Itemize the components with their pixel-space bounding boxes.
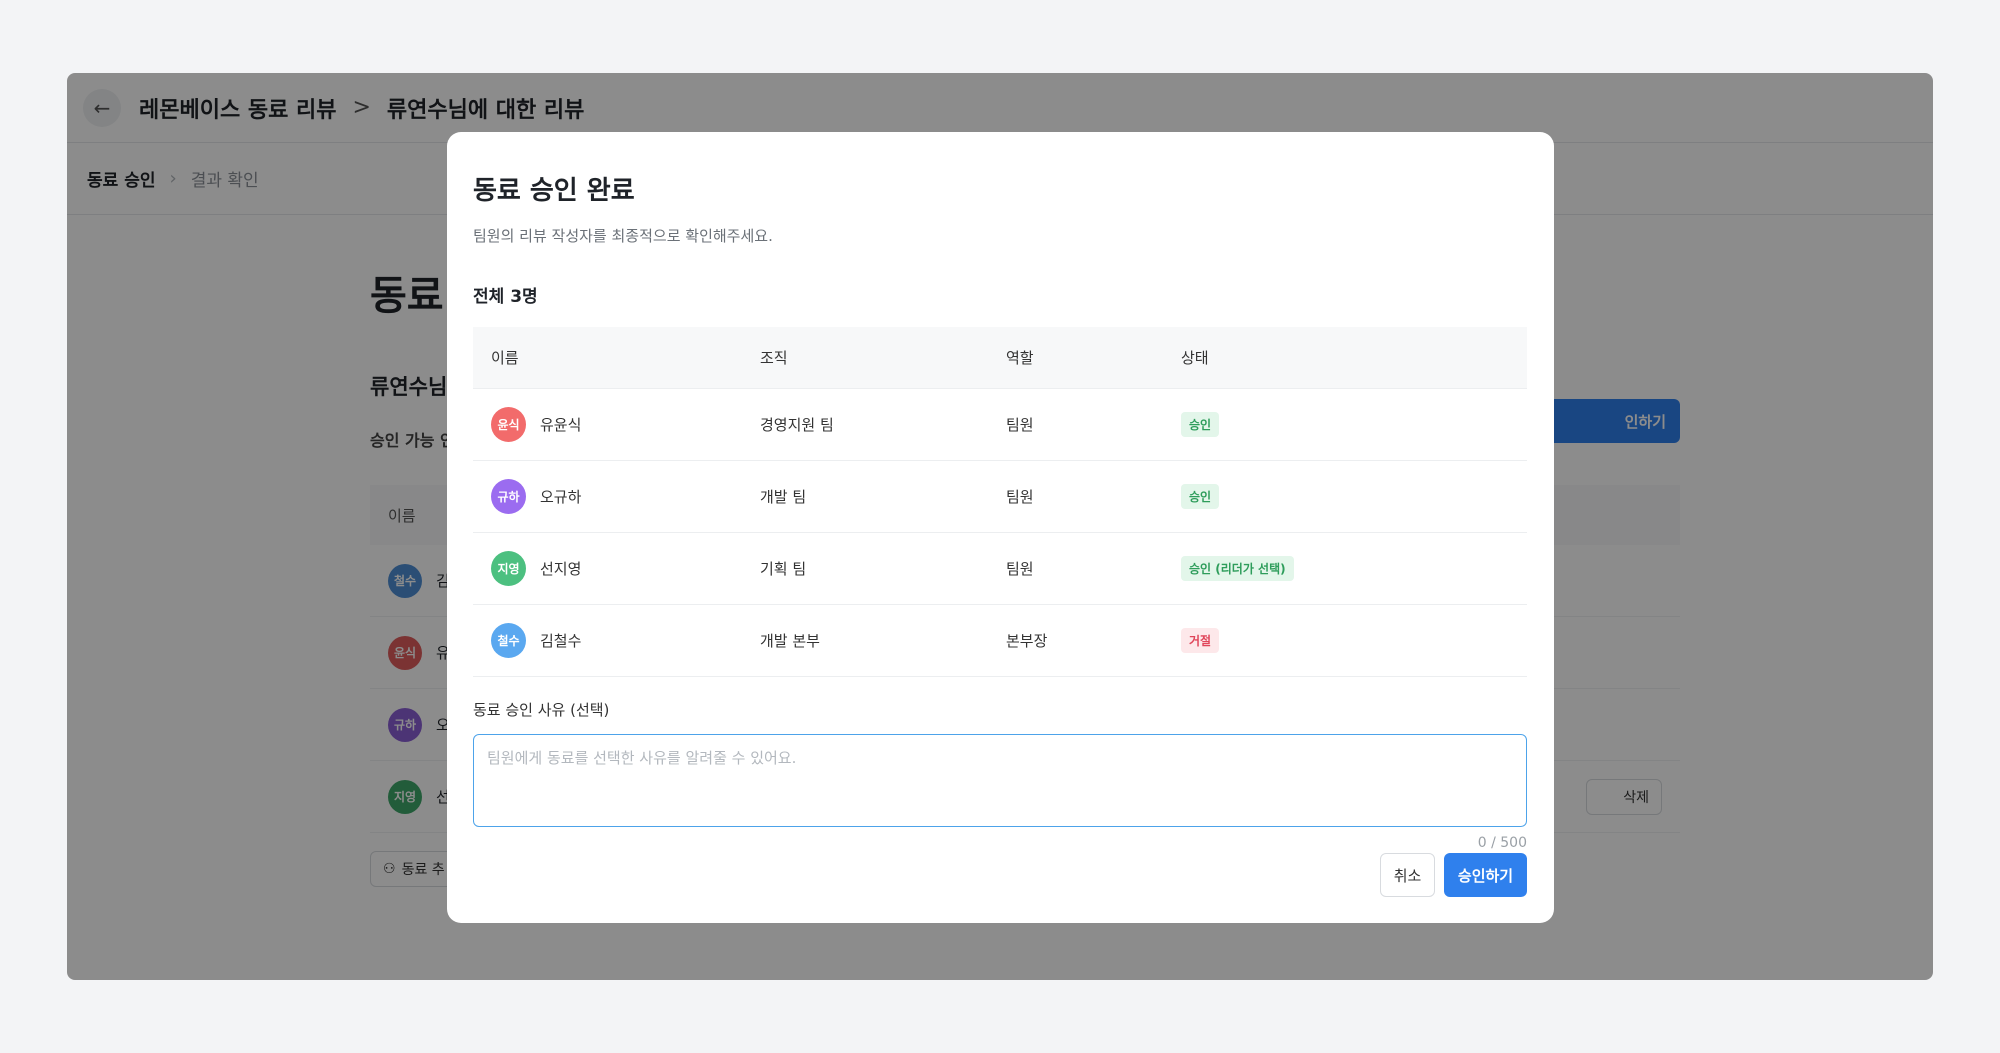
modal-actions: 취소 승인하기 xyxy=(1380,853,1527,897)
modal-title: 동료 승인 완료 xyxy=(473,176,635,206)
col-name: 이름 xyxy=(491,349,519,367)
cell-role: 팀원 xyxy=(1006,560,1034,578)
status-badge: 승인 (리더가 선택) xyxy=(1181,556,1294,581)
avatar: 지영 xyxy=(491,551,526,586)
table-row: 지영 선지영 기획 팀 팀원 승인 (리더가 선택) xyxy=(473,533,1527,605)
cancel-button[interactable]: 취소 xyxy=(1380,853,1435,897)
cell-status: 거절 xyxy=(1181,628,1527,653)
cell-org: 개발 본부 xyxy=(760,632,820,650)
col-role: 역할 xyxy=(1006,349,1034,367)
reason-textarea[interactable] xyxy=(473,734,1527,827)
table-header: 이름 조직 역할 상태 xyxy=(473,327,1527,389)
cell-org: 기획 팀 xyxy=(760,560,807,578)
reason-label: 동료 승인 사유 (선택) xyxy=(473,701,610,719)
peer-name: 오규하 xyxy=(540,488,582,506)
cell-name: 지영 선지영 xyxy=(473,551,760,586)
peer-name: 유윤식 xyxy=(540,416,582,434)
cell-role: 본부장 xyxy=(1006,632,1048,650)
table-row: 철수 김철수 개발 본부 본부장 거절 xyxy=(473,605,1527,677)
avatar: 철수 xyxy=(491,623,526,658)
col-status: 상태 xyxy=(1181,349,1209,367)
peer-name: 선지영 xyxy=(540,560,582,578)
approve-button[interactable]: 승인하기 xyxy=(1444,853,1527,897)
peer-name: 김철수 xyxy=(540,632,582,650)
cell-status: 승인 xyxy=(1181,412,1527,437)
approval-complete-modal: 동료 승인 완료 팀원의 리뷰 작성자를 최종적으로 확인해주세요. 전체 3명… xyxy=(447,132,1554,923)
cell-status: 승인 (리더가 선택) xyxy=(1181,556,1527,581)
cell-name: 철수 김철수 xyxy=(473,623,760,658)
char-counter: 0 / 500 xyxy=(1477,835,1527,851)
cell-name: 규하 오규하 xyxy=(473,479,760,514)
cell-name: 윤식 유윤식 xyxy=(473,407,760,442)
total-count: 전체 3명 xyxy=(473,287,538,307)
cell-org: 경영지원 팀 xyxy=(760,416,834,434)
table-row: 규하 오규하 개발 팀 팀원 승인 xyxy=(473,461,1527,533)
cell-status: 승인 xyxy=(1181,484,1527,509)
cell-org: 개발 팀 xyxy=(760,488,807,506)
status-badge: 거절 xyxy=(1181,628,1220,653)
peer-table: 이름 조직 역할 상태 윤식 유윤식 경영지원 팀 팀원 승인 규하 오규하 개… xyxy=(473,327,1527,677)
avatar: 규하 xyxy=(491,479,526,514)
col-org: 조직 xyxy=(760,349,788,367)
modal-description: 팀원의 리뷰 작성자를 최종적으로 확인해주세요. xyxy=(473,227,773,245)
avatar: 윤식 xyxy=(491,407,526,442)
status-badge: 승인 xyxy=(1181,412,1220,437)
cell-role: 팀원 xyxy=(1006,488,1034,506)
status-badge: 승인 xyxy=(1181,484,1220,509)
cell-role: 팀원 xyxy=(1006,416,1034,434)
table-row: 윤식 유윤식 경영지원 팀 팀원 승인 xyxy=(473,389,1527,461)
